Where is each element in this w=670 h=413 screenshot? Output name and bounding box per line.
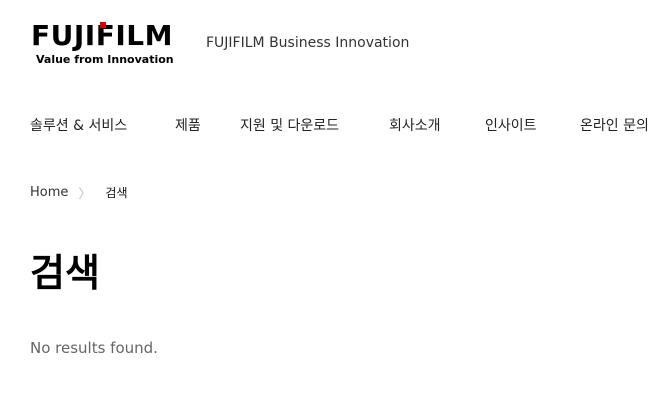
nav-item-solutions[interactable]: 솔루션 & 서비스 bbox=[30, 115, 127, 135]
breadcrumb-current: 검색 bbox=[105, 185, 128, 200]
breadcrumb-home-link[interactable]: Home bbox=[30, 185, 68, 200]
nav-item-contact[interactable]: 온라인 문의 bbox=[580, 115, 649, 135]
nav-item-products[interactable]: 제품 bbox=[175, 115, 201, 135]
main-nav: 솔루션 & 서비스 제품 지원 및 다운로드 회사소개 인사이트 온라인 문의 bbox=[30, 115, 670, 135]
page: FUJIFILM Value from Innovation FUJIFILM … bbox=[0, 0, 670, 413]
nav-item-support[interactable]: 지원 및 다운로드 bbox=[240, 115, 339, 135]
logo-wordmark: FUJIFILM bbox=[31, 19, 173, 52]
breadcrumb: Home 〉 검색 bbox=[30, 183, 128, 202]
logo-accent-mark bbox=[100, 22, 106, 28]
logo-tagline: Value from Innovation bbox=[36, 53, 174, 66]
no-results-message: No results found. bbox=[30, 339, 158, 357]
fujifilm-logo[interactable]: FUJIFILM Value from Innovation bbox=[31, 19, 183, 67]
page-title: 검색 bbox=[30, 251, 100, 295]
brand-name: FUJIFILM Business Innovation bbox=[206, 35, 410, 51]
breadcrumb-separator-icon: 〉 bbox=[78, 186, 92, 202]
nav-item-insights[interactable]: 인사이트 bbox=[485, 115, 537, 135]
nav-item-company[interactable]: 회사소개 bbox=[389, 115, 441, 135]
